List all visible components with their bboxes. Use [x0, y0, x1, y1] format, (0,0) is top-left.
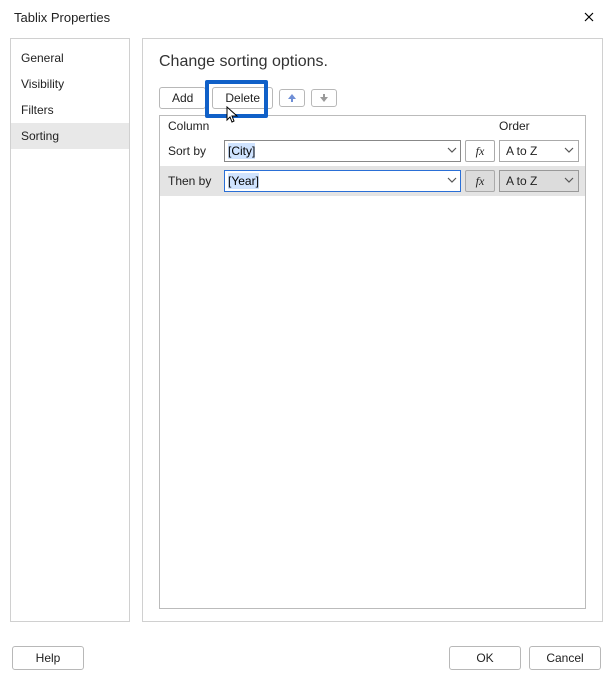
sidebar-item-visibility[interactable]: Visibility [11, 71, 129, 97]
help-button[interactable]: Help [12, 646, 84, 670]
sidebar-item-sorting[interactable]: Sorting [11, 123, 129, 149]
arrow-up-icon [286, 93, 298, 103]
order-header-label: Order [499, 119, 579, 133]
order-dropdown[interactable]: A to Z [499, 140, 579, 162]
toolbar: Add Delete [159, 87, 586, 109]
window-title: Tablix Properties [14, 10, 110, 25]
main-panel: Change sorting options. Add Delete Colum… [142, 38, 603, 622]
row-label: Sort by [168, 144, 220, 158]
page-heading: Change sorting options. [159, 53, 586, 71]
add-button[interactable]: Add [159, 87, 206, 109]
order-value: A to Z [506, 174, 537, 188]
column-header-label: Column [168, 119, 220, 133]
expression-dropdown[interactable]: [City] [224, 140, 461, 162]
grid-header: Column Order [160, 116, 585, 136]
row-label: Then by [168, 174, 220, 188]
expression-value: [City] [228, 143, 255, 159]
move-down-button[interactable] [311, 89, 337, 107]
expression-dropdown[interactable]: [Year] [224, 170, 461, 192]
sort-row[interactable]: Then by [Year] fx A to Z [160, 166, 585, 196]
cancel-button[interactable]: Cancel [529, 646, 601, 670]
sidebar-item-general[interactable]: General [11, 45, 129, 71]
order-dropdown[interactable]: A to Z [499, 170, 579, 192]
chevron-down-icon [447, 174, 457, 188]
fx-button[interactable]: fx [465, 140, 495, 162]
sort-row[interactable]: Sort by [City] fx A to Z [160, 136, 585, 166]
chevron-down-icon [564, 174, 574, 188]
ok-button[interactable]: OK [449, 646, 521, 670]
fx-button[interactable]: fx [465, 170, 495, 192]
close-icon[interactable] [575, 6, 603, 28]
order-value: A to Z [506, 144, 537, 158]
delete-button[interactable]: Delete [212, 87, 273, 109]
sidebar: General Visibility Filters Sorting [10, 38, 130, 622]
move-up-button[interactable] [279, 89, 305, 107]
sort-grid: Column Order Sort by [City] fx A to Z [159, 115, 586, 609]
sidebar-item-filters[interactable]: Filters [11, 97, 129, 123]
chevron-down-icon [564, 144, 574, 158]
expression-value: [Year] [228, 173, 259, 189]
arrow-down-icon [318, 93, 330, 103]
chevron-down-icon [447, 144, 457, 158]
